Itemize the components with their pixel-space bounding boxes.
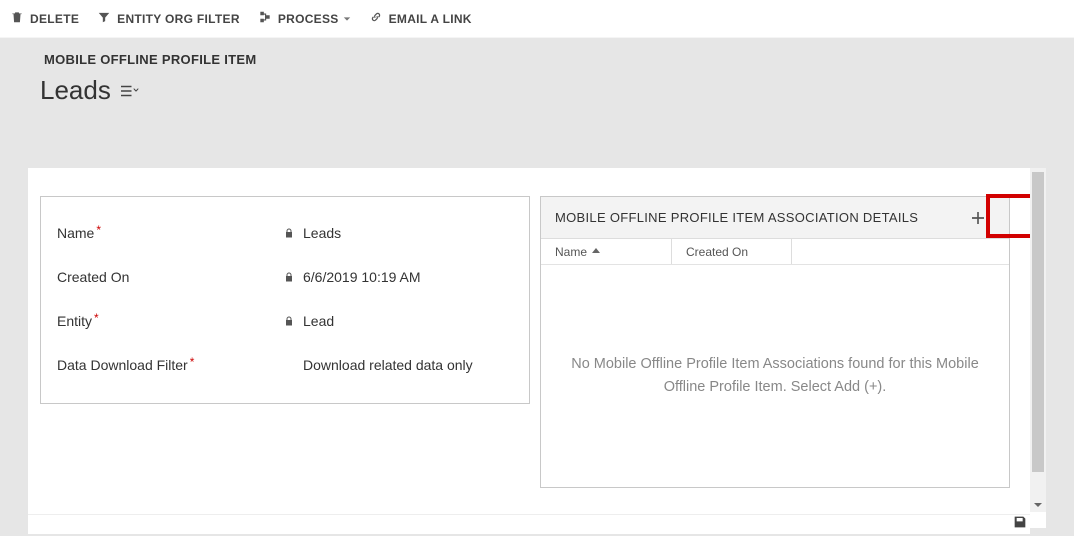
scroll-down-arrow[interactable] [1030, 498, 1046, 512]
lock-icon [283, 227, 295, 239]
name-field-label: Name [57, 225, 283, 241]
plus-icon [969, 209, 987, 227]
filter-icon [97, 10, 111, 27]
association-columns: Name Created On [541, 239, 1009, 265]
list-chevron-icon [121, 84, 139, 98]
lock-icon [283, 315, 295, 327]
association-header: MOBILE OFFLINE PROFILE ITEM ASSOCIATION … [541, 197, 1009, 239]
email-link-button[interactable]: EMAIL A LINK [369, 10, 472, 27]
data-download-filter-value[interactable]: Download related data only [283, 357, 473, 373]
column-header-created-on[interactable]: Created On [671, 239, 791, 264]
delete-label: DELETE [30, 12, 79, 26]
general-fields-panel: Name Leads Created On 6/6/2019 10:19 AM … [40, 196, 530, 404]
link-icon [369, 10, 383, 27]
process-button[interactable]: PROCESS [258, 10, 351, 27]
form-selector-button[interactable] [121, 84, 139, 98]
page-title: Leads [40, 75, 111, 106]
column-header-empty [791, 239, 1009, 264]
chevron-down-icon [343, 15, 351, 23]
vertical-scrollbar[interactable] [1030, 168, 1046, 512]
column-header-name[interactable]: Name [541, 245, 671, 259]
command-bar: DELETE ENTITY ORG FILTER PROCESS EMAIL A… [0, 0, 1074, 38]
save-icon [1012, 514, 1028, 530]
association-details-panel: MOBILE OFFLINE PROFILE ITEM ASSOCIATION … [540, 196, 1010, 488]
data-download-filter-label: Data Download Filter [57, 357, 283, 373]
column-created-on-text: Created On [686, 245, 748, 259]
page-body: MOBILE OFFLINE PROFILE ITEM Leads Name L… [0, 38, 1074, 536]
delete-button[interactable]: DELETE [10, 10, 79, 27]
entity-value-text: Lead [303, 313, 334, 329]
form-card: Name Leads Created On 6/6/2019 10:19 AM … [28, 168, 1046, 528]
lock-icon [283, 271, 295, 283]
association-body: No Mobile Offline Profile Item Associati… [541, 265, 1009, 487]
save-button[interactable] [1008, 512, 1032, 532]
association-title: MOBILE OFFLINE PROFILE ITEM ASSOCIATION … [555, 210, 918, 225]
entity-field-label: Entity [57, 313, 283, 329]
horizontal-scrollbar[interactable] [28, 514, 1030, 534]
name-field-value[interactable]: Leads [283, 225, 341, 241]
process-label: PROCESS [278, 12, 339, 26]
column-name-text: Name [555, 245, 587, 259]
process-icon [258, 10, 272, 27]
name-value-text: Leads [303, 225, 341, 241]
created-on-field-label: Created On [57, 269, 283, 285]
created-on-field-value[interactable]: 6/6/2019 10:19 AM [283, 269, 421, 285]
scrollbar-thumb[interactable] [1032, 172, 1044, 472]
add-button[interactable] [961, 203, 995, 233]
created-on-value-text: 6/6/2019 10:19 AM [303, 269, 421, 285]
association-empty-message: No Mobile Offline Profile Item Associati… [571, 353, 979, 399]
email-link-label: EMAIL A LINK [389, 12, 472, 26]
entity-field-value[interactable]: Lead [283, 313, 334, 329]
title-row: Leads [0, 71, 1074, 118]
entity-org-filter-label: ENTITY ORG FILTER [117, 12, 240, 26]
sort-ascending-icon [591, 245, 601, 259]
data-download-filter-value-text: Download related data only [303, 357, 473, 373]
breadcrumb: MOBILE OFFLINE PROFILE ITEM [0, 38, 1074, 71]
entity-org-filter-button[interactable]: ENTITY ORG FILTER [97, 10, 240, 27]
trash-icon [10, 10, 24, 27]
